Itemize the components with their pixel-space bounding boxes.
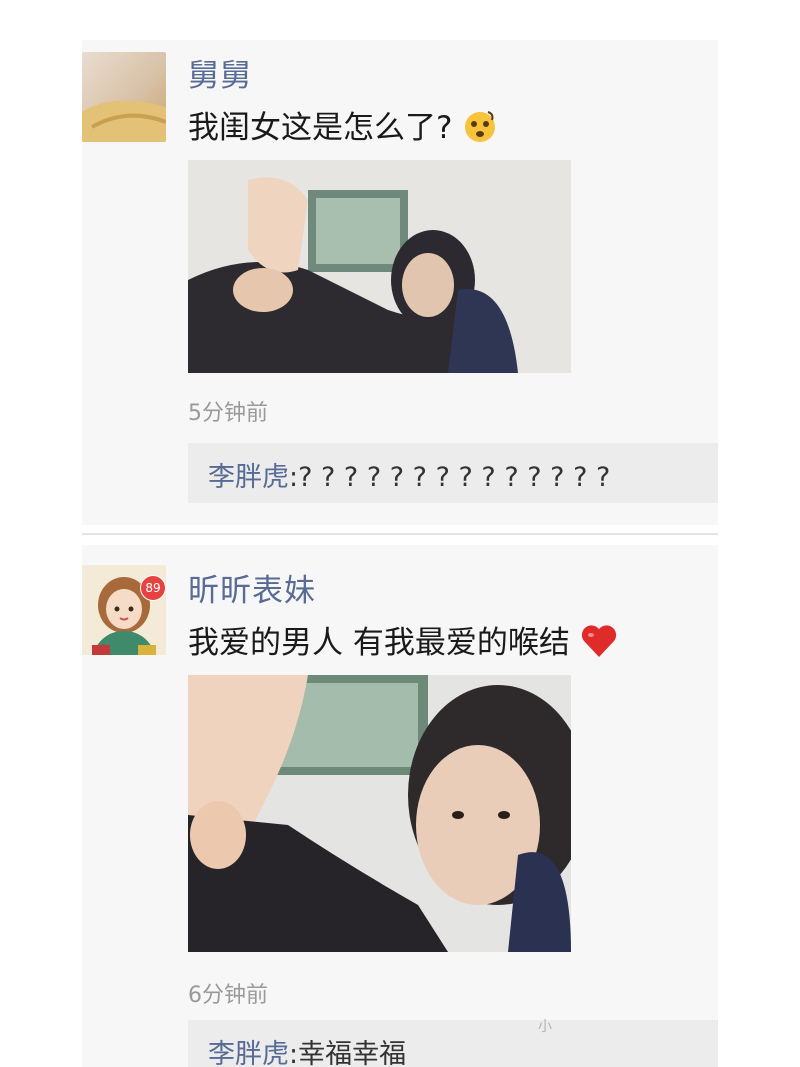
post-divider	[82, 533, 718, 535]
moment-post-1: 舅舅 我闺女这是怎么了? 5分钟前 李胖虎:? ? ? ? ? ? ? ? ? …	[82, 40, 718, 525]
avatar-jiujiu[interactable]	[82, 52, 166, 142]
post-text-content: 我闺女这是怎么了?	[188, 110, 453, 146]
post-time: 5分钟前	[188, 401, 268, 426]
post-time: 6分钟前	[188, 983, 268, 1008]
post-photo[interactable]	[188, 160, 571, 373]
comment-section: 李胖虎:? ? ? ? ? ? ? ? ? ? ? ? ? ?	[188, 443, 718, 503]
comment-text: 幸福幸福	[298, 1039, 407, 1067]
commenter-name[interactable]: 李胖虎	[208, 462, 289, 493]
author-name[interactable]: 昕昕表妹	[188, 565, 316, 610]
post-text-content: 我爱的男人 有我最爱的喉结	[188, 625, 570, 661]
avatar-xinxin[interactable]: 89	[82, 565, 166, 655]
post-text: 我闺女这是怎么了?	[188, 102, 498, 152]
author-name[interactable]: 舅舅	[188, 50, 252, 95]
moment-post-2: 89 昕昕表妹 我爱的男人 有我最爱的喉结 6分钟前 李胖虎:幸福幸福	[82, 545, 718, 1067]
commenter-name[interactable]: 李胖虎	[208, 1039, 289, 1067]
comment-separator: :	[289, 1039, 299, 1067]
comment-section: 李胖虎:幸福幸福	[188, 1020, 718, 1067]
post-photo[interactable]	[188, 675, 571, 952]
red-heart-emoji-icon	[580, 623, 618, 667]
comment[interactable]: 李胖虎:? ? ? ? ? ? ? ? ? ? ? ? ? ?	[208, 455, 610, 494]
watermark: 小	[538, 1019, 552, 1035]
level-badge: 89	[140, 575, 166, 601]
comment-text: ? ? ? ? ? ? ? ? ? ? ? ? ? ?	[298, 462, 611, 493]
comment[interactable]: 李胖虎:幸福幸福	[208, 1032, 406, 1067]
post-text: 我爱的男人 有我最爱的喉结	[188, 617, 618, 667]
dizzy-face-emoji-icon	[462, 108, 498, 152]
comment-separator: :	[289, 462, 299, 493]
